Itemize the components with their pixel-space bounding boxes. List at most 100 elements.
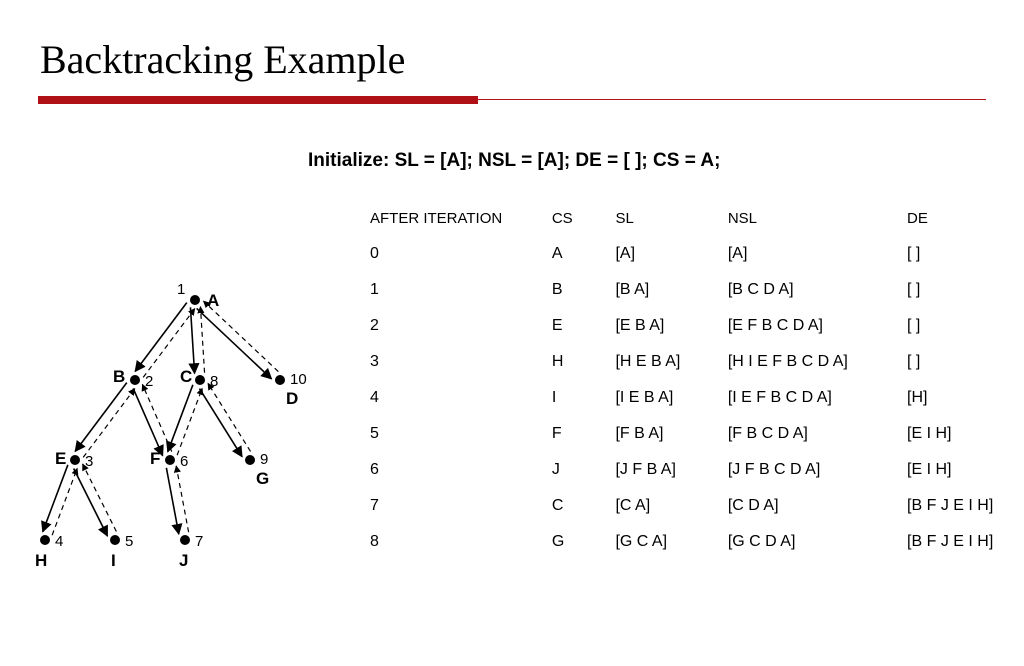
node-number: 2 [145,373,153,390]
cell-sl: [E B A] [615,317,727,353]
tree-edge [168,385,193,452]
tree-edge [190,307,194,373]
table-row: 7C[C A][C D A][B F J E I H] [370,497,1024,533]
th-iter: AFTER ITERATION [370,210,552,245]
node-number: 6 [180,453,188,470]
tree-edge [199,389,242,457]
cell-de: [B F J E I H] [907,497,1024,533]
backtrack-edge [208,383,251,451]
title-rule [38,96,986,104]
cell-cs: G [552,533,616,569]
backtrack-edge [200,307,204,373]
cell-de: [ ] [907,281,1024,317]
rule-thick [38,96,478,104]
cell-nsl: [G C D A] [728,533,907,569]
node-letter: G [256,469,269,488]
cell-cs: F [552,425,616,461]
node-dot-G [245,455,255,465]
cell-cs: H [552,353,616,389]
cell-sl: [A] [615,245,727,281]
cell-nsl: [F B C D A] [728,425,907,461]
cell-nsl: [E F B C D A] [728,317,907,353]
cell-de: [H] [907,389,1024,425]
tree-edge [166,468,178,534]
cell-nsl: [I E F B C D A] [728,389,907,425]
cell-sl: [F B A] [615,425,727,461]
table-row: 5F[F B A][F B C D A][E I H] [370,425,1024,461]
table-row: 4I[I E B A][I E F B C D A][H] [370,389,1024,425]
table-row: 1B[B A][B C D A][ ] [370,281,1024,317]
table-row: 0A[A][A][ ] [370,245,1024,281]
tree-edge [135,303,187,372]
cell-de: [ ] [907,353,1024,389]
table-row: 2E[E B A][E F B C D A][ ] [370,317,1024,353]
cell-sl: [J F B A] [615,461,727,497]
search-tree-graph: 1A2B8C10D3E6F9G4H5I7J [20,270,330,590]
node-dot-F [165,455,175,465]
cell-nsl: [A] [728,245,907,281]
cell-iter: 6 [370,461,552,497]
cell-sl: [B A] [615,281,727,317]
th-de: DE [907,210,1024,245]
backtrack-edge [52,468,77,535]
cell-de: [B F J E I H] [907,533,1024,569]
node-dot-D [275,375,285,385]
node-letter: E [55,449,66,468]
cell-iter: 7 [370,497,552,533]
node-letter: I [111,551,116,570]
cell-iter: 4 [370,389,552,425]
node-number: 4 [55,533,63,550]
cell-de: [ ] [907,317,1024,353]
backtrack-edge [176,466,188,532]
cell-nsl: [B C D A] [728,281,907,317]
node-letter: D [286,389,298,408]
cell-nsl: [J F B C D A] [728,461,907,497]
node-letter: F [150,449,160,468]
node-dot-J [180,535,190,545]
cell-sl: [H E B A] [615,353,727,389]
table-row: 3H[H E B A][H I E F B C D A][ ] [370,353,1024,389]
cell-cs: J [552,461,616,497]
node-dot-A [190,295,200,305]
node-letter: C [180,367,192,386]
node-number: 1 [177,281,185,298]
trace-table: AFTER ITERATION CS SL NSL DE 0A[A][A][ ]… [370,210,1024,569]
node-dot-I [110,535,120,545]
slide: Backtracking Example Initialize: SL = [A… [0,0,1024,666]
th-nsl: NSL [728,210,907,245]
node-number: 8 [210,373,218,390]
cell-iter: 3 [370,353,552,389]
cell-sl: [C A] [615,497,727,533]
cell-nsl: [C D A] [728,497,907,533]
cell-de: [ ] [907,245,1024,281]
rule-thin [478,99,986,100]
node-dot-B [130,375,140,385]
slide-title: Backtracking Example [40,36,405,83]
node-number: 5 [125,533,133,550]
cell-cs: E [552,317,616,353]
node-number: 7 [195,533,203,550]
node-dot-C [195,375,205,385]
cell-sl: [I E B A] [615,389,727,425]
cell-iter: 1 [370,281,552,317]
node-number: 10 [290,371,307,388]
cell-nsl: [H I E F B C D A] [728,353,907,389]
th-cs: CS [552,210,616,245]
tree-edge [75,383,127,452]
node-dot-E [70,455,80,465]
tree-edge [43,465,68,532]
backtrack-edge [83,389,135,458]
node-number: 9 [260,451,268,468]
node-number: 3 [85,453,93,470]
cell-de: [E I H] [907,461,1024,497]
initialize-text: Initialize: SL = [A]; NSL = [A]; DE = [ … [308,150,720,172]
cell-cs: I [552,389,616,425]
table-row: 6J[J F B A][J F B C D A][E I H] [370,461,1024,497]
cell-iter: 2 [370,317,552,353]
node-letter: J [179,551,188,570]
cell-cs: A [552,245,616,281]
cell-iter: 8 [370,533,552,569]
tree-edge [197,308,272,378]
table-row: 8G[G C A][G C D A][B F J E I H] [370,533,1024,569]
cell-iter: 0 [370,245,552,281]
